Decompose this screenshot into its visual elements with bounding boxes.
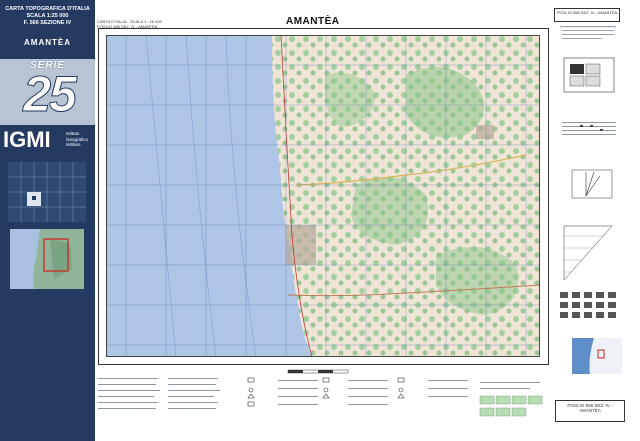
series-number: 25 bbox=[23, 66, 78, 123]
igmi-logo: IGMI bbox=[3, 127, 51, 152]
cover-sheet-name: AMANTÈA bbox=[24, 38, 71, 47]
map-title: AMANTÈA bbox=[286, 16, 340, 27]
right-panel-diagrams bbox=[560, 26, 616, 281]
institute-name: Istituto Geografico Militare bbox=[66, 131, 88, 148]
cover-header: CARTA TOPOGRAFICA D'ITALIA SCALA 1:25 00… bbox=[2, 6, 93, 27]
topographic-map bbox=[106, 35, 540, 357]
bottom-legend bbox=[98, 369, 543, 417]
bottom-right-sheet-box: FOGLIO 566 SEZ. IV - AMANTÈA bbox=[555, 400, 625, 422]
cover-header-line: CARTA TOPOGRAFICA D'ITALIA bbox=[5, 6, 90, 12]
right-sheet-box: FOGLIO 566 SEZ. IV - AMANTÈA bbox=[554, 8, 620, 22]
locator-map bbox=[10, 229, 84, 289]
sheet-index-grid bbox=[8, 162, 86, 222]
right-sheet-line: FOGLIO 566 SEZ. IV - AMANTÈA bbox=[556, 10, 618, 15]
cover-header-line: SCALA 1:25 000 bbox=[26, 13, 69, 19]
cover-header-line: F. 566 SEZIONE IV bbox=[23, 20, 72, 26]
right-sheet-index bbox=[560, 292, 616, 318]
bottom-sheet-line: FOGLIO 566 SEZ. IV - AMANTÈA bbox=[567, 403, 613, 413]
right-locator-map bbox=[572, 338, 622, 374]
institute-line: Militare bbox=[66, 142, 81, 147]
